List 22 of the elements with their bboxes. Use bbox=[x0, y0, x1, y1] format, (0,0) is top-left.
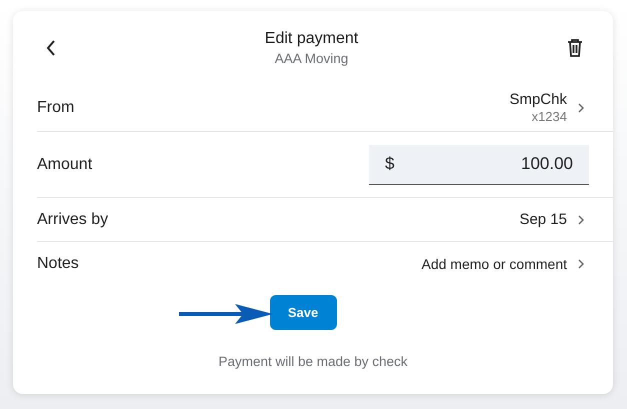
row-label: Notes bbox=[37, 254, 80, 272]
notes-row[interactable]: Notes Add memo or comment bbox=[37, 242, 613, 285]
row-label: From bbox=[37, 99, 76, 117]
account-number: x1234 bbox=[532, 108, 567, 124]
footnote: Payment will be made by check bbox=[217, 354, 409, 369]
save-button[interactable]: Save bbox=[270, 295, 336, 330]
row-label: Arrives by bbox=[37, 210, 110, 228]
row-label: Amount bbox=[37, 156, 94, 174]
back-icon[interactable] bbox=[46, 40, 56, 56]
payee-name: AAA Moving bbox=[274, 51, 348, 66]
account-name: SmpChk bbox=[509, 90, 567, 108]
trash-icon[interactable] bbox=[567, 39, 583, 57]
page-title: Edit payment bbox=[264, 30, 358, 48]
account-row[interactable]: From SmpChk x1234 bbox=[37, 85, 613, 132]
row-value: Sep 15 bbox=[519, 211, 567, 228]
arrow-icon bbox=[179, 304, 273, 324]
row-value: Add memo or comment bbox=[422, 256, 567, 272]
chevron-right-icon bbox=[577, 258, 585, 268]
chevron-right-icon bbox=[577, 214, 585, 224]
date-row[interactable]: Arrives by Sep 15 bbox=[37, 198, 613, 242]
amount-field[interactable]: $ 100.00 bbox=[369, 144, 589, 184]
chevron-right-icon bbox=[577, 103, 585, 113]
